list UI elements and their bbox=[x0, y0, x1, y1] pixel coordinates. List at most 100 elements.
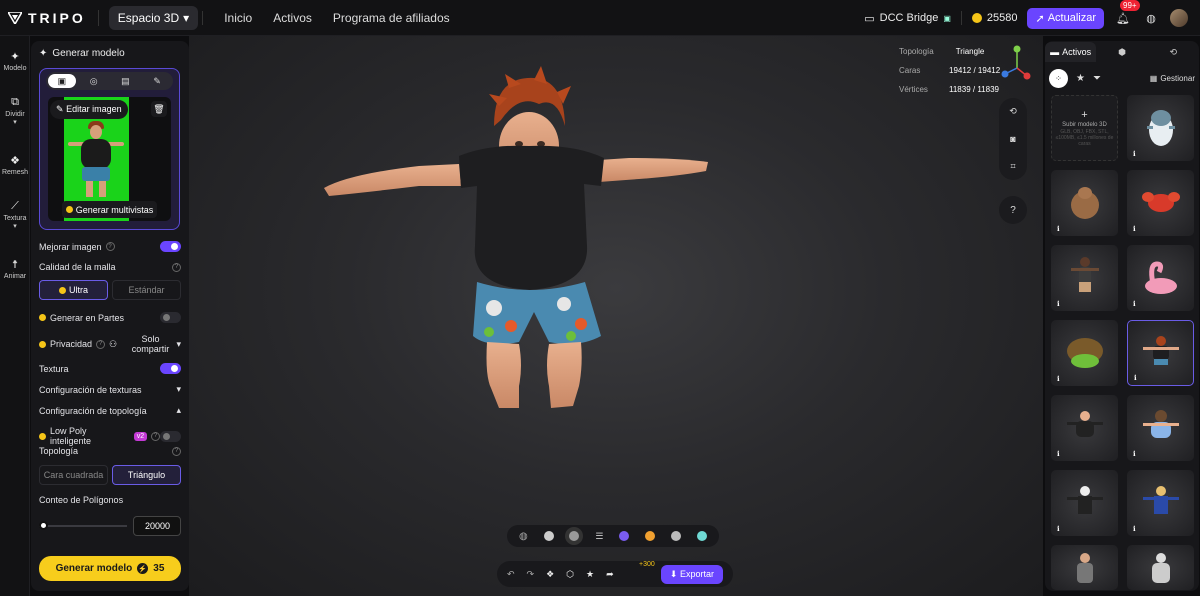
notifications-button[interactable]: 🔔︎ 99+ bbox=[1114, 0, 1140, 27]
purple-material-icon[interactable] bbox=[619, 531, 630, 541]
delete-image-button[interactable]: 🗑︎ bbox=[151, 101, 167, 117]
asset-tile[interactable]: ℹ bbox=[1051, 320, 1118, 386]
orange-material-icon[interactable] bbox=[645, 531, 656, 541]
nav-inicio[interactable]: Inicio bbox=[224, 11, 252, 25]
batch-tab[interactable]: ▤ bbox=[111, 74, 139, 88]
generate-model-button[interactable]: Generar modelo ⚡ 35 bbox=[39, 556, 181, 581]
slider-knob[interactable] bbox=[39, 521, 48, 530]
quality-ultra[interactable]: Ultra bbox=[39, 280, 108, 300]
privacy-select[interactable]: Solo compartir ▾ bbox=[128, 334, 181, 354]
poly-count-input[interactable] bbox=[133, 516, 181, 536]
edit-image-button[interactable]: ✎ Editar imagen bbox=[50, 100, 128, 119]
help-icon[interactable]: ? bbox=[96, 339, 106, 349]
reset-view-icon[interactable]: ⟲ bbox=[1009, 106, 1017, 117]
tab-history[interactable]: ⟲ bbox=[1148, 42, 1199, 62]
asset-tile[interactable]: ℹ bbox=[1051, 170, 1118, 236]
sliders-icon[interactable]: ☰ bbox=[595, 531, 603, 542]
export-button[interactable]: ⬇ Exportar bbox=[660, 564, 723, 584]
generar-partes-toggle[interactable] bbox=[160, 312, 181, 323]
info-icon[interactable]: ℹ bbox=[1057, 450, 1060, 458]
textura-toggle[interactable] bbox=[160, 363, 181, 374]
asset-tile[interactable]: ℹ bbox=[1051, 470, 1118, 536]
config-texturas-row[interactable]: Configuración de texturas ▾ bbox=[39, 384, 181, 395]
help-icon[interactable]: ? bbox=[151, 431, 161, 441]
uploaded-image[interactable]: ✎ Editar imagen 🗑︎ Generar multivistas bbox=[48, 97, 171, 221]
redo-icon[interactable]: ↷ bbox=[527, 569, 535, 580]
info-icon[interactable]: ℹ bbox=[1057, 525, 1060, 533]
info-icon[interactable]: ℹ bbox=[1133, 450, 1136, 458]
nav-textura[interactable]: ⟋ Textura ▾ bbox=[0, 200, 30, 230]
info-icon[interactable]: ℹ bbox=[1057, 225, 1060, 233]
credits-display[interactable]: 25580 bbox=[971, 12, 1017, 24]
star-icon[interactable]: ★ bbox=[586, 569, 594, 580]
bolt-icon: ⚡ bbox=[137, 563, 149, 574]
avatar[interactable] bbox=[1170, 9, 1188, 27]
share-icon[interactable]: ➦ bbox=[606, 569, 614, 580]
tab-activos[interactable]: ▬ Activos bbox=[1045, 42, 1097, 62]
asset-tile[interactable]: ℹ bbox=[1127, 470, 1194, 536]
low-poly-toggle[interactable] bbox=[160, 430, 181, 442]
upload-model-tile[interactable]: + Subir modelo 3D GLB, OBJ, FBX, STL, ≤1… bbox=[1051, 95, 1118, 161]
info-icon[interactable]: ℹ bbox=[1057, 300, 1060, 308]
info-icon[interactable]: ℹ bbox=[1134, 374, 1137, 382]
white-material-icon[interactable] bbox=[671, 531, 682, 541]
quality-estandar[interactable]: Estándar bbox=[112, 280, 181, 300]
help-icon[interactable]: ? bbox=[172, 262, 181, 272]
asset-tile-selected[interactable]: ℹ bbox=[1127, 320, 1194, 386]
grid-view-button[interactable]: ⁘ bbox=[1049, 68, 1068, 88]
nav-animar[interactable]: ☨ Animar bbox=[0, 258, 30, 280]
info-icon[interactable]: ℹ bbox=[1133, 225, 1136, 233]
globe-icon[interactable]: ◍ bbox=[519, 531, 528, 542]
help-icon[interactable]: ? bbox=[172, 446, 181, 456]
filter-icon[interactable]: ⏷ bbox=[1093, 73, 1101, 84]
axis-gizmo-icon[interactable] bbox=[1001, 44, 1033, 82]
star-filter-icon[interactable]: ★ bbox=[1076, 73, 1085, 84]
mejorar-imagen-toggle[interactable] bbox=[160, 241, 181, 252]
asset-tile[interactable] bbox=[1051, 545, 1118, 590]
brand-logo[interactable]: TRIPO bbox=[8, 10, 86, 26]
single-image-tab[interactable]: ▣ bbox=[47, 74, 76, 88]
config-topologia-row[interactable]: Configuración de topología ▴ bbox=[39, 405, 181, 416]
clay-mode-icon[interactable] bbox=[569, 531, 580, 541]
cyan-material-icon[interactable] bbox=[696, 531, 707, 541]
upgrade-button[interactable]: ➚ Actualizar bbox=[1027, 7, 1104, 29]
multiview-tab[interactable]: ◎ bbox=[80, 74, 108, 88]
sketch-tab[interactable]: ✎ bbox=[143, 74, 171, 88]
manage-button[interactable]: ▦ Gestionar bbox=[1150, 74, 1195, 83]
shaded-mode-icon[interactable] bbox=[543, 531, 554, 541]
info-icon[interactable]: ℹ bbox=[1057, 375, 1060, 383]
asset-tile[interactable]: ℹ bbox=[1127, 395, 1194, 461]
help-button[interactable]: ? bbox=[999, 196, 1027, 224]
asset-tile[interactable]: ℹ bbox=[1127, 95, 1194, 161]
poly-count-slider[interactable] bbox=[39, 521, 127, 530]
image-input-card: ▣ ◎ ▤ ✎ ✎ Editar imagen 🗑︎ Generar multi… bbox=[39, 68, 180, 230]
topology-quad[interactable]: Cara cuadrada bbox=[39, 465, 108, 485]
info-icon[interactable]: ℹ bbox=[1133, 525, 1136, 533]
generate-multiview-button[interactable]: Generar multivistas bbox=[62, 201, 157, 218]
tab-cube[interactable]: ⬢ bbox=[1096, 42, 1147, 62]
parts-icon[interactable]: ❖ bbox=[546, 569, 554, 580]
asset-tile[interactable]: ℹ bbox=[1051, 245, 1118, 311]
asset-tile[interactable] bbox=[1127, 545, 1194, 590]
nav-modelo[interactable]: ✦ Modelo bbox=[0, 50, 30, 72]
nav-activos[interactable]: Activos bbox=[273, 11, 312, 25]
space-selector[interactable]: Espacio 3D ▾ bbox=[108, 5, 199, 30]
retopo-icon[interactable]: ⬡ bbox=[566, 569, 574, 580]
assets-tabs: ▬ Activos ⬢ ⟲ bbox=[1045, 41, 1199, 63]
undo-icon[interactable]: ↶ bbox=[507, 569, 515, 580]
nav-afiliados[interactable]: Programa de afiliados bbox=[333, 11, 450, 25]
help-icon[interactable]: ? bbox=[105, 242, 115, 251]
asset-tile[interactable]: ℹ bbox=[1051, 395, 1118, 461]
info-icon[interactable]: ℹ bbox=[1133, 300, 1136, 308]
topology-triangle[interactable]: Triángulo bbox=[112, 465, 181, 485]
camera-icon[interactable]: ◙ bbox=[1010, 134, 1015, 144]
grid-settings-icon[interactable]: ⌗ bbox=[1010, 161, 1015, 172]
info-icon[interactable]: ℹ bbox=[1133, 150, 1136, 158]
asset-tile[interactable]: ℹ bbox=[1127, 245, 1194, 311]
3d-viewport[interactable]: Topología Triangle Caras 19412 / 19412 Vér… bbox=[189, 36, 1043, 596]
nav-remesh[interactable]: ❖ Remesh bbox=[0, 154, 30, 176]
nav-dividir[interactable]: ⧉ Dividir ▾ bbox=[0, 96, 30, 126]
dcc-bridge-button[interactable]: ▭ DCC Bridge ▣ bbox=[864, 12, 951, 25]
language-button[interactable]: ◍ bbox=[1142, 9, 1160, 27]
asset-tile[interactable]: ℹ bbox=[1127, 170, 1194, 236]
